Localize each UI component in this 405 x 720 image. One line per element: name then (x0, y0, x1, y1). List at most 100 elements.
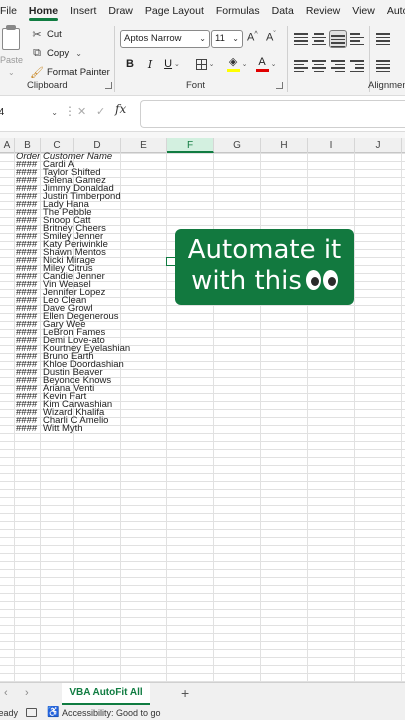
underline-button[interactable]: U ⌄ (162, 55, 182, 73)
order-cell[interactable]: #### (16, 249, 40, 257)
chevron-down-icon[interactable]: ⌄ (8, 68, 15, 77)
column-header-i[interactable]: I (308, 138, 355, 153)
tab-view[interactable]: View (346, 0, 381, 22)
chevron-down-icon: ⌄ (199, 34, 206, 43)
order-cell[interactable]: #### (16, 313, 40, 321)
fill-color-button[interactable]: ◈ ⌄ (225, 55, 249, 73)
previous-sheet-icon[interactable]: ‹ (4, 687, 8, 699)
cancel-icon[interactable]: ✕ (77, 105, 86, 118)
align-middle-icon[interactable] (312, 33, 326, 45)
borders-button[interactable]: ⌄ (193, 55, 217, 73)
order-cell[interactable]: #### (16, 169, 40, 177)
insert-function-button[interactable]: fx (115, 102, 126, 116)
chevron-down-icon: ⌄ (174, 61, 180, 68)
font-dialog-launcher[interactable] (276, 82, 283, 89)
order-cell[interactable]: #### (16, 273, 40, 281)
tab-page-layout[interactable]: Page Layout (139, 0, 210, 22)
caption-line-2: with this (175, 266, 354, 297)
paintbrush-icon: 🖌 (30, 67, 44, 79)
customer-name-cell[interactable]: Witt Myth (43, 424, 83, 434)
italic-button[interactable]: I (144, 55, 156, 73)
order-cell[interactable]: #### (16, 185, 40, 193)
sheet-tab-vba-autofit-all[interactable]: VBA AutoFit All (62, 683, 150, 705)
order-cell[interactable]: #### (16, 193, 40, 201)
font-size-select[interactable]: 11 ⌄ (211, 30, 243, 48)
tab-automate[interactable]: Automate (381, 0, 405, 22)
order-cell[interactable]: #### (16, 233, 40, 241)
column-header-j[interactable]: J (355, 138, 402, 153)
tab-home[interactable]: Home (23, 0, 64, 22)
tab-file[interactable]: File (0, 0, 23, 22)
tab-review[interactable]: Review (300, 0, 346, 22)
align-left-icon[interactable] (294, 60, 308, 72)
merge-center-icon[interactable] (376, 60, 390, 72)
tab-formulas[interactable]: Formulas (210, 0, 266, 22)
order-header-cell[interactable]: Order (16, 153, 40, 161)
order-cell[interactable]: #### (16, 289, 40, 297)
accessibility-status[interactable]: Accessibility: Good to go (62, 706, 161, 720)
add-sheet-button[interactable]: + (181, 685, 189, 701)
order-cell[interactable]: #### (16, 329, 40, 337)
order-cell[interactable]: #### (16, 385, 40, 393)
chevron-down-icon: ⌄ (241, 61, 248, 68)
column-header-f[interactable]: F (167, 138, 214, 153)
order-cell[interactable]: #### (16, 417, 40, 425)
order-cell[interactable]: #### (16, 345, 40, 353)
order-cell[interactable]: #### (16, 401, 40, 409)
column-header-b[interactable]: B (15, 138, 41, 153)
order-cell[interactable]: #### (16, 337, 40, 345)
order-cell[interactable]: #### (16, 209, 40, 217)
chevron-down-icon[interactable]: ⌄ (75, 49, 82, 58)
align-top-icon[interactable] (294, 33, 308, 45)
active-cell-border (166, 257, 175, 266)
macro-recording-icon[interactable] (26, 708, 37, 717)
order-cell[interactable]: #### (16, 177, 40, 185)
order-cell[interactable]: #### (16, 425, 40, 433)
font-group-label: Font (186, 80, 206, 91)
order-cell[interactable]: #### (16, 281, 40, 289)
column-header-e[interactable]: E (121, 138, 167, 153)
clipboard-dialog-launcher[interactable] (105, 82, 112, 89)
order-cell[interactable]: #### (16, 265, 40, 273)
order-cell[interactable]: #### (16, 241, 40, 249)
wrap-text-icon[interactable] (376, 33, 390, 45)
orientation-icon[interactable] (350, 33, 364, 45)
tab-draw[interactable]: Draw (102, 0, 139, 22)
enter-icon[interactable]: ✓ (96, 105, 105, 118)
next-sheet-icon[interactable]: › (25, 687, 29, 699)
accessibility-icon[interactable]: ♿ (47, 706, 59, 720)
font-name-select[interactable]: Aptos Narrow ⌄ (120, 30, 210, 48)
decrease-font-size-button[interactable]: Aˇ (266, 31, 276, 44)
column-header-g[interactable]: G (214, 138, 261, 153)
name-box[interactable]: A4 ⌄ (0, 102, 60, 124)
order-cell[interactable]: #### (16, 305, 40, 313)
order-cell[interactable]: #### (16, 361, 40, 369)
align-right-icon[interactable] (331, 60, 345, 72)
order-cell[interactable]: #### (16, 225, 40, 233)
order-cell[interactable]: #### (16, 321, 40, 329)
font-color-button[interactable]: A ⌄ (254, 55, 278, 73)
order-cell[interactable]: #### (16, 297, 40, 305)
order-cell[interactable]: #### (16, 353, 40, 361)
order-cell[interactable]: #### (16, 161, 40, 169)
column-header-a[interactable]: A (0, 138, 15, 153)
tab-data[interactable]: Data (266, 0, 300, 22)
order-cell[interactable]: #### (16, 377, 40, 385)
order-cell[interactable]: #### (16, 257, 40, 265)
order-cell[interactable]: #### (16, 393, 40, 401)
align-center-icon[interactable] (312, 60, 326, 72)
order-cell[interactable]: #### (16, 369, 40, 377)
decrease-indent-icon[interactable] (350, 60, 364, 72)
copy-button[interactable]: ⧉ Copy ⌄ (30, 44, 110, 63)
order-cell[interactable]: #### (16, 217, 40, 225)
formula-input[interactable] (140, 100, 405, 128)
more-options-icon[interactable]: ⋮ (64, 104, 76, 118)
order-cell[interactable]: #### (16, 409, 40, 417)
increase-font-size-button[interactable]: A^ (247, 31, 258, 44)
paste-button[interactable]: Paste ⌄ (0, 25, 24, 88)
column-header-h[interactable]: H (261, 138, 308, 153)
tab-insert[interactable]: Insert (64, 0, 102, 22)
order-cell[interactable]: #### (16, 201, 40, 209)
bold-button[interactable]: B (124, 55, 136, 73)
cut-button[interactable]: ✂ Cut (30, 25, 110, 44)
